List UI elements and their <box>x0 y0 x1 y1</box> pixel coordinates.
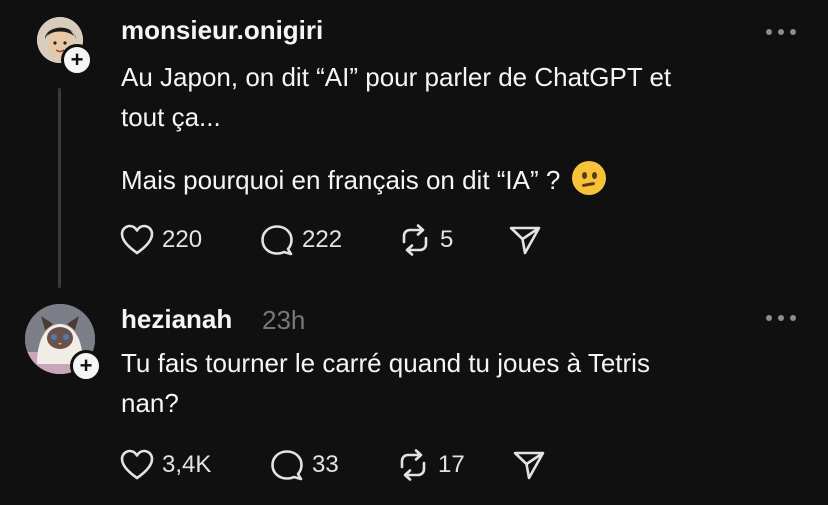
repost-count: 5 <box>440 226 454 253</box>
paper-plane-icon <box>509 226 541 255</box>
heart-icon <box>120 224 154 255</box>
post-text: Tu fais tourner le carré quand tu joues … <box>121 348 650 418</box>
username[interactable]: monsieur.onigiri <box>121 15 323 46</box>
reply-post: + hezianah 23h Tu fais tourner le carré … <box>0 290 828 505</box>
comment-count: 222 <box>302 226 343 253</box>
follow-plus-icon[interactable]: + <box>61 44 93 76</box>
repost-icon <box>400 449 426 481</box>
repost-button[interactable]: 17 <box>396 448 465 482</box>
share-button[interactable] <box>512 448 546 482</box>
thinking-face-icon <box>571 161 606 195</box>
repost-count: 17 <box>438 451 465 478</box>
like-button[interactable]: 220 <box>120 223 202 257</box>
follow-plus-icon[interactable]: + <box>70 350 102 382</box>
repost-button[interactable]: 5 <box>398 223 453 257</box>
like-button[interactable]: 3,4K <box>120 448 211 482</box>
more-dots-icon[interactable] <box>766 313 796 323</box>
timestamp: 23h <box>262 305 306 335</box>
comment-count: 33 <box>312 451 339 478</box>
post-text-question-label: Mais pourquoi en français on dit “IA” ? <box>121 165 561 195</box>
like-count: 220 <box>162 226 203 253</box>
post-text-question: Mais pourquoi en français on dit “IA” ? <box>121 160 781 200</box>
comment-bubble-icon <box>261 225 293 256</box>
share-button[interactable] <box>508 223 542 257</box>
thread-post: + monsieur.onigiri Au Japon, on dit “AI”… <box>0 0 828 290</box>
username[interactable]: hezianah <box>121 304 232 335</box>
paper-plane-icon <box>513 451 545 480</box>
like-count: 3,4K <box>162 451 212 478</box>
comment-bubble-icon <box>271 450 303 481</box>
post-text: Au Japon, on dit “AI” pour parler de Cha… <box>121 62 672 132</box>
thread-line <box>58 88 61 288</box>
more-dots-icon[interactable] <box>766 27 796 37</box>
comment-button[interactable]: 222 <box>260 223 342 257</box>
heart-icon <box>120 449 154 480</box>
comment-button[interactable]: 33 <box>270 448 339 482</box>
repost-icon <box>402 224 428 256</box>
